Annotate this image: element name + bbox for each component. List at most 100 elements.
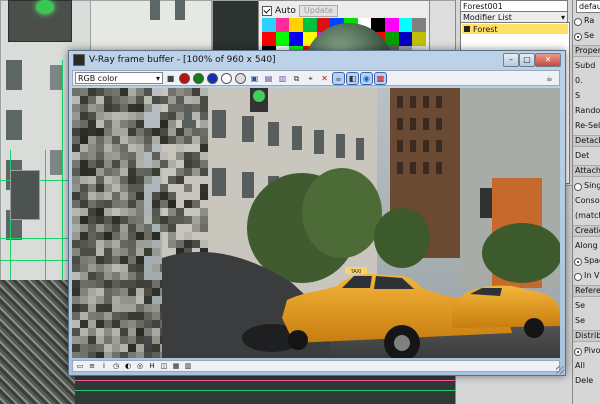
- history-icon[interactable]: ◷: [112, 362, 120, 370]
- radio-button[interactable]: [574, 33, 582, 41]
- render-bucket-pixel: [96, 288, 104, 296]
- render-bucket-pixel: [152, 344, 160, 352]
- rollout-label: (match: [575, 211, 600, 220]
- ui-icon[interactable]: ▭: [76, 362, 84, 370]
- red-channel-icon[interactable]: [179, 72, 190, 84]
- render-bucket-pixel: [80, 104, 88, 112]
- pixel-aspect-icon[interactable]: ▥: [184, 362, 192, 370]
- render-bucket-pixel: [80, 208, 88, 216]
- render-bucket-pixel: [72, 160, 80, 168]
- green-channel-icon[interactable]: [193, 72, 204, 84]
- render-bucket-pixel: [72, 144, 80, 152]
- render-bucket-pixel: [104, 96, 112, 104]
- close-button[interactable]: ✕: [535, 53, 561, 67]
- render-bucket-pixel: [120, 240, 128, 248]
- load-image-icon[interactable]: ▤: [263, 73, 274, 84]
- radio-button[interactable]: [574, 348, 582, 356]
- auto-checkbox[interactable]: [262, 6, 272, 16]
- region-icon[interactable]: ◧: [346, 71, 359, 85]
- stereo-icon[interactable]: ◫: [160, 362, 168, 370]
- render-bucket-pixel: [136, 88, 144, 96]
- render-bucket-pixel: [88, 232, 96, 240]
- render-bucket-pixel: [104, 240, 112, 248]
- minimize-button[interactable]: –: [503, 53, 519, 67]
- render-bucket-pixel: [88, 304, 96, 312]
- render-bucket-pixel: [96, 120, 104, 128]
- save-image-icon[interactable]: ▣: [249, 73, 260, 84]
- render-bucket-pixel: [168, 120, 176, 128]
- render-image[interactable]: TAXI: [72, 88, 560, 358]
- render-bucket-pixel: [168, 136, 176, 144]
- render-bucket-pixel: [112, 312, 120, 320]
- render-bucket-pixel: [144, 232, 152, 240]
- vray-frame-buffer-window[interactable]: V-Ray frame buffer - [100% of 960 x 540]…: [68, 50, 566, 376]
- vfb-title-bar[interactable]: V-Ray frame buffer - [100% of 960 x 540]: [73, 53, 276, 67]
- save-icon[interactable]: ■: [165, 73, 176, 84]
- render-bucket-pixel: [104, 120, 112, 128]
- update-button[interactable]: Update: [298, 5, 338, 17]
- render-bucket-pixel: [128, 192, 136, 200]
- duplicate-icon[interactable]: ⧉: [291, 73, 302, 84]
- render-bucket-pixel: [184, 232, 192, 240]
- render-bucket-pixel: [96, 344, 104, 352]
- channel-select[interactable]: RGB color: [75, 72, 163, 85]
- teapot-icon[interactable]: ☕: [544, 73, 555, 84]
- render-bucket-pixel: [200, 168, 208, 176]
- render-bucket-pixel: [176, 144, 184, 152]
- render-bucket-pixel: [160, 120, 168, 128]
- swatch: [303, 18, 317, 32]
- render-bucket-pixel: [128, 232, 136, 240]
- alpha-channel-icon[interactable]: [221, 72, 232, 84]
- render-bucket-pixel: [104, 112, 112, 120]
- render-bucket-pixel: [104, 208, 112, 216]
- list-icon[interactable]: ≡: [88, 362, 96, 370]
- clear-image-icon[interactable]: ▥: [277, 73, 288, 84]
- stack-item-forest[interactable]: Forest: [462, 24, 568, 34]
- render-bucket-pixel: [136, 344, 144, 352]
- radio-button[interactable]: [574, 183, 582, 191]
- color-corrections-icon[interactable]: ◐: [124, 362, 132, 370]
- render-bucket-pixel: [136, 144, 144, 152]
- radio-button[interactable]: [574, 258, 582, 266]
- render-bucket-pixel: [88, 296, 96, 304]
- rollout-label: Detach: [575, 136, 600, 145]
- render-bucket-pixel: [112, 128, 120, 136]
- render-bucket-pixel: [120, 248, 128, 256]
- lut-icon[interactable]: ▦: [172, 362, 180, 370]
- info-icon[interactable]: i: [100, 362, 108, 370]
- h-icon[interactable]: H: [148, 362, 156, 370]
- render-bucket-pixel: [144, 328, 152, 336]
- default-field[interactable]: default: [576, 0, 600, 13]
- delete-icon[interactable]: ✕: [319, 73, 330, 84]
- render-bucket-pixel: [184, 184, 192, 192]
- render-bucket-pixel: [112, 248, 120, 256]
- radio-button[interactable]: [574, 18, 582, 26]
- render-bucket-pixel: [72, 96, 80, 104]
- track-mouse-icon[interactable]: ⌖: [305, 73, 316, 84]
- render-bucket-pixel: [200, 88, 208, 96]
- render-bucket-pixel: [88, 168, 96, 176]
- render-bucket-pixel: [80, 344, 88, 352]
- render-bucket-pixel: [200, 144, 208, 152]
- render-bucket-pixel: [104, 160, 112, 168]
- render-bucket-pixel: [72, 168, 80, 176]
- maximize-button[interactable]: □: [519, 53, 535, 67]
- render-bucket-pixel: [120, 224, 128, 232]
- rollout-label: Consol: [575, 196, 600, 205]
- render-bucket-pixel: [104, 344, 112, 352]
- rollout-label: 0.: [575, 76, 583, 85]
- mono-icon[interactable]: [235, 72, 246, 84]
- lens-effects-icon[interactable]: ◉: [360, 71, 373, 85]
- blue-channel-icon[interactable]: [207, 72, 218, 84]
- display-icon[interactable]: ◎: [136, 362, 144, 370]
- render-bucket-pixel: [120, 176, 128, 184]
- lut-icon[interactable]: ▩: [374, 71, 387, 85]
- resize-grip-icon[interactable]: [556, 366, 564, 374]
- render-bucket-pixel: [200, 96, 208, 104]
- radio-button[interactable]: [574, 273, 582, 281]
- rollout-label: Properties: [575, 46, 600, 55]
- render-bucket-pixel: [80, 352, 88, 358]
- teapot-icon[interactable]: ☕: [332, 71, 345, 85]
- render-bucket-pixel: [88, 272, 96, 280]
- render-bucket-pixel: [192, 240, 200, 248]
